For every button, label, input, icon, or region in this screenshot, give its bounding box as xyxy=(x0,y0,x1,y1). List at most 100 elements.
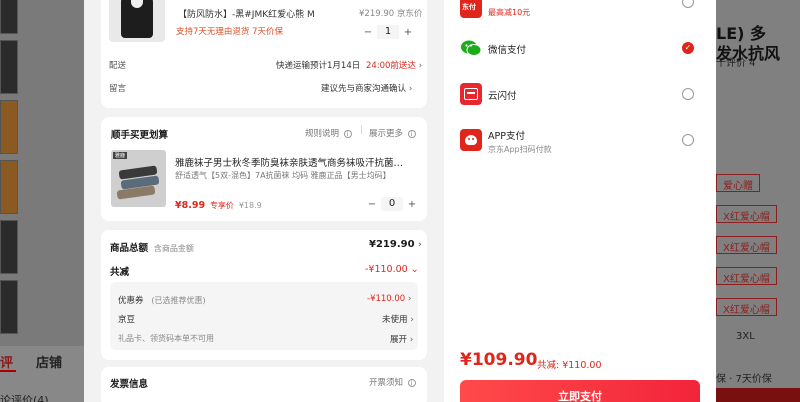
addon-quantity-value[interactable]: 0 xyxy=(381,197,403,211)
delivery-value[interactable]: 快递运输预计1月14日 24:00前送达 › xyxy=(276,59,422,71)
product-image xyxy=(109,0,165,42)
delivery-deadline: 24:00前送达 xyxy=(365,61,416,71)
info-icon: i xyxy=(407,379,416,387)
variant-tag[interactable]: X红爱心帽 xyxy=(716,267,777,285)
addon-item-desc: 舒适透气【5双-混色】7A抗菌袜 均码 雅鹿正品【男士均码】 xyxy=(175,171,391,180)
info-icon: i xyxy=(343,130,352,138)
chevron-right-icon: › xyxy=(418,61,423,71)
coupon-sublabel: (已选推荐优惠) xyxy=(151,296,206,305)
message-value[interactable]: 建议先与商家沟通确认 › xyxy=(321,82,412,94)
discount-value[interactable]: -¥110.00 ⌄ xyxy=(365,264,419,275)
variant-tag[interactable]: X红爱心帽 xyxy=(716,236,777,254)
background-buy-button xyxy=(716,388,800,402)
goods-total-label: 商品总额 含商品金额 xyxy=(110,240,194,254)
tab-reviews[interactable]: 评 xyxy=(0,352,13,371)
size-option[interactable]: 3XL xyxy=(736,331,755,342)
chevron-down-icon: ⌄ xyxy=(410,264,419,275)
discount-label: 共减 xyxy=(110,267,130,278)
expand-label: 展示更多 xyxy=(369,129,404,139)
goods-label: 商品总额 xyxy=(110,243,149,254)
tab-store[interactable]: 店铺 xyxy=(36,352,62,371)
discount-amount: -¥110.00 xyxy=(365,264,408,275)
expand-more-link[interactable]: 展示更多 i xyxy=(369,127,416,139)
reviews-count: 论评价(4) xyxy=(0,394,49,402)
addon-product-image: 雅鹿 xyxy=(111,150,166,207)
goods-total-value[interactable]: ¥219.90 › xyxy=(369,239,422,250)
variant-tag[interactable]: X红爱心帽 xyxy=(716,205,777,223)
pay-now-button[interactable]: 立即支付 xyxy=(460,380,700,402)
gift-card-expand[interactable]: 展开 › xyxy=(390,333,413,345)
addon-heading: 顺手买更划算 xyxy=(111,130,169,141)
thumbnail-image xyxy=(0,220,18,274)
jd-pay-sub: 最高减10元 xyxy=(488,8,531,17)
expand-label: 展开 xyxy=(390,335,408,345)
invoice-hint: 开票须知 xyxy=(369,378,404,388)
quantity-stepper: − 1 + xyxy=(359,25,417,39)
app-pay-sub: 京东App扫码付款 xyxy=(488,145,552,154)
app-pay-label[interactable]: APP支付 xyxy=(488,128,525,142)
quantity-value[interactable]: 1 xyxy=(377,25,399,39)
gift-card-label: 礼品卡、领货码本单不可用 xyxy=(118,334,214,343)
service-guarantee: 支持7天无理由退货 7天价保 xyxy=(176,27,284,37)
brand-badge: 雅鹿 xyxy=(113,152,128,159)
background-left-panel: 评 店铺 论评价(4) xyxy=(0,0,84,402)
product-title: 【防风防水】-黑#JMK红爱心熊 M xyxy=(178,10,315,20)
invoice-label: 发票信息 xyxy=(110,379,149,390)
invoice-card[interactable]: 发票信息 开票须知 i xyxy=(101,367,427,402)
wechat-pay-label[interactable]: 微信支付 xyxy=(488,42,526,56)
wechat-icon xyxy=(460,37,482,59)
increment-button[interactable]: + xyxy=(399,27,417,38)
jingdou-label: 京豆 xyxy=(118,315,136,325)
goods-value: ¥219.90 xyxy=(369,239,415,250)
thumbnail-image xyxy=(0,40,18,94)
decrement-button[interactable]: − xyxy=(363,199,381,210)
thumbnail-image xyxy=(0,280,18,334)
increment-button[interactable]: + xyxy=(403,199,421,210)
pay-saved: 共减: ¥110.00 xyxy=(537,360,602,371)
radio-wechat-pay[interactable]: ✓ xyxy=(682,42,694,54)
thumbnail-image xyxy=(0,160,18,214)
variant-tag[interactable]: X红爱心帽 xyxy=(716,298,777,316)
pay-total: ¥109.90 xyxy=(460,350,538,370)
addon-quantity-stepper: − 0 + xyxy=(363,197,421,211)
thumbnail-image xyxy=(0,0,18,34)
product-card: 【防风防水】-黑#JMK红爱心熊 M ¥219.90 京东价 支持7天无理由退货… xyxy=(101,0,427,108)
tab-underline xyxy=(0,370,16,372)
coupon-amount: -¥110.00 xyxy=(367,294,406,304)
jingdou-value[interactable]: 未使用 › xyxy=(382,313,414,325)
delivery-label: 配送 xyxy=(109,61,127,71)
chevron-right-icon: › xyxy=(418,240,422,250)
addon-price: ¥8.99 专享价 ¥18.9 xyxy=(175,200,262,211)
radio-app-pay[interactable] xyxy=(682,134,694,146)
thumbnail-image xyxy=(0,100,18,154)
review-count: 千评价 4 xyxy=(716,58,756,69)
message-hint: 建议先与商家沟通确认 xyxy=(321,84,407,94)
coupon-label: 优惠券 xyxy=(118,296,144,306)
cloud-quickpass-label[interactable]: 云闪付 xyxy=(488,88,517,102)
coupon-row-label: 优惠券 (已选推荐优惠) xyxy=(118,294,206,306)
addon-price-tag: 专享价 xyxy=(209,201,234,210)
info-icon: i xyxy=(407,130,416,138)
variant-tag[interactable]: 爱心赠 xyxy=(716,174,760,192)
message-label: 留言 xyxy=(109,84,127,94)
goods-sublabel: 含商品金额 xyxy=(153,244,194,253)
invoice-hint-link[interactable]: 开票须知 i xyxy=(369,376,416,388)
chevron-right-icon: › xyxy=(407,294,412,304)
chevron-right-icon: › xyxy=(409,335,414,345)
radio-cloud-quickpass[interactable] xyxy=(682,88,694,100)
chevron-right-icon: › xyxy=(408,84,413,94)
addon-card: 顺手买更划算 规则说明 i | 展示更多 i 雅鹿 雅鹿袜子男士秋冬季防臭袜亲肤… xyxy=(101,117,427,221)
delivery-estimate: 快递运输预计1月14日 xyxy=(276,61,361,71)
cloud-quickpass-icon xyxy=(460,83,482,105)
divider: | xyxy=(360,125,364,135)
addon-item-price: ¥8.99 xyxy=(175,200,206,211)
product-price: ¥219.90 京东价 xyxy=(359,9,423,19)
addon-item-title[interactable]: 雅鹿袜子男士秋冬季防臭袜亲肤透气商务袜吸汗抗菌… xyxy=(175,155,403,169)
jd-app-icon xyxy=(460,129,482,151)
rules-link[interactable]: 规则说明 i xyxy=(305,127,352,139)
payment-panel xyxy=(444,0,716,402)
decrement-button[interactable]: − xyxy=(359,27,377,38)
coupon-value[interactable]: -¥110.00 › xyxy=(367,294,412,304)
service-footer: 保 · 7天价保 xyxy=(716,374,772,385)
addon-orig-price: ¥18.9 xyxy=(238,201,262,210)
